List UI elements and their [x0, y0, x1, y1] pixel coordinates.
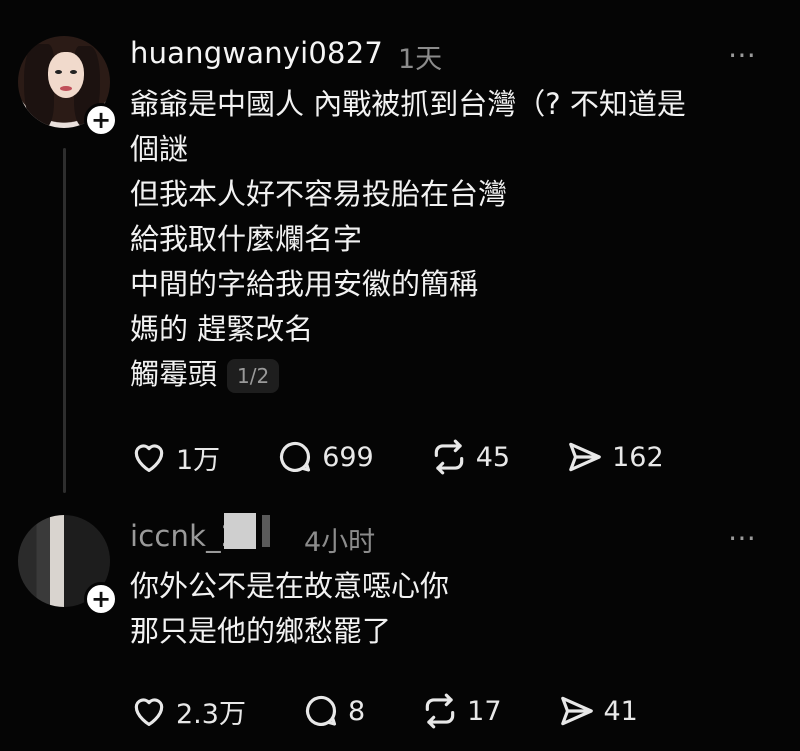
post-body: 爺爺是中國人 內戰被抓到台灣（? 不知道是 個謎 但我本人好不容易投胎在台灣 給… — [130, 82, 760, 397]
post-line: 爺爺是中國人 內戰被抓到台灣（? 不知道是 — [130, 87, 686, 121]
avatar-eye — [55, 70, 62, 74]
repost-button[interactable]: 17 — [421, 692, 502, 730]
share-button[interactable]: 162 — [566, 438, 664, 476]
redaction-block — [224, 513, 256, 549]
share-button[interactable]: 41 — [558, 692, 638, 730]
comment-button[interactable]: 699 — [276, 438, 374, 476]
comment-icon — [305, 695, 336, 727]
post-line: 個謎 — [130, 132, 189, 166]
post-line: 媽的 趕緊改名 — [130, 312, 314, 346]
post-line: 給我取什麼爛名字 — [130, 222, 363, 256]
avatar-face — [48, 52, 84, 98]
page-indicator[interactable]: 1/2 — [227, 359, 280, 393]
redaction-block — [262, 515, 270, 547]
share-icon — [569, 442, 601, 472]
action-bar: 1万 699 45 162 — [130, 437, 720, 477]
comment-icon — [280, 441, 311, 473]
post-card: + huangwanyi0827 1天 ⋯ 爺爺是中國人 內戰被抓到台灣（? 不… — [0, 0, 800, 500]
repost-count: 45 — [475, 441, 511, 473]
avatar-eye — [70, 70, 77, 74]
comment-count: 699 — [322, 441, 374, 473]
post-line-last: 觸霉頭 1/2 — [130, 352, 760, 397]
post-line: 那只是他的鄉愁罷了 — [130, 614, 392, 648]
post-card: + iccnk_21 4小时 ⋯ 你外公不是在故意噁心你 那只是他的鄉愁罷了 2… — [0, 505, 800, 751]
post-line-text: 觸霉頭 — [130, 357, 218, 391]
more-icon[interactable]: ⋯ — [728, 521, 760, 554]
comment-button[interactable]: 8 — [302, 692, 365, 730]
thread-line — [63, 148, 66, 493]
heart-icon — [134, 698, 164, 727]
repost-button[interactable]: 45 — [430, 438, 510, 476]
post-line: 但我本人好不容易投胎在台灣 — [130, 177, 508, 211]
avatar-lip — [60, 86, 72, 91]
post-line: 中間的字給我用安徽的簡稱 — [130, 267, 479, 301]
comment-count: 8 — [347, 695, 366, 727]
post-time: 4小时 — [304, 527, 376, 558]
share-icon — [560, 696, 593, 726]
username[interactable]: huangwanyi0827 — [130, 36, 383, 70]
like-button[interactable]: 2.3万 — [130, 692, 246, 731]
like-button[interactable]: 1万 — [130, 438, 220, 477]
post-line: 你外公不是在故意噁心你 — [130, 569, 450, 603]
repost-icon — [434, 439, 463, 475]
heart-icon — [134, 444, 164, 473]
follow-plus-icon[interactable]: + — [84, 582, 118, 616]
post-time: 1天 — [398, 44, 443, 75]
share-count: 162 — [612, 441, 664, 473]
post-body: 你外公不是在故意噁心你 那只是他的鄉愁罷了 — [130, 564, 760, 654]
share-count: 41 — [603, 695, 638, 727]
like-count: 1万 — [176, 444, 221, 476]
more-icon[interactable]: ⋯ — [728, 38, 760, 71]
action-bar: 2.3万 8 17 41 — [130, 691, 694, 731]
repost-count: 17 — [467, 695, 502, 727]
follow-plus-icon[interactable]: + — [84, 103, 118, 137]
like-count: 2.3万 — [176, 698, 246, 730]
repost-icon — [425, 693, 455, 729]
